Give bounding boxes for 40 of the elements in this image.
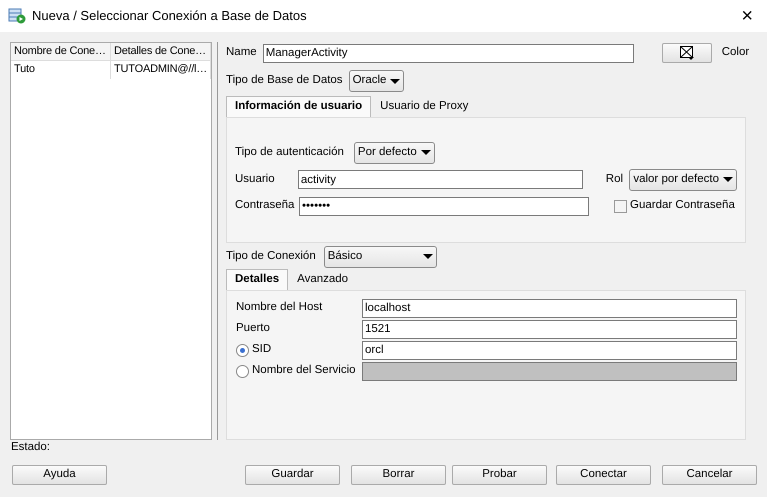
field-label: Nombre del Host <box>236 301 322 315</box>
field-label: SID <box>252 343 272 357</box>
dialog-button[interactable]: Cancelar <box>662 465 757 485</box>
database-type-dropdown[interactable]: Oracle <box>348 70 404 92</box>
input-field[interactable]: 1521 <box>362 320 737 339</box>
close-button[interactable]: × <box>735 6 759 26</box>
field-label: Rol <box>606 172 624 187</box>
user-field[interactable]: activity <box>298 170 583 190</box>
connection-type-dropdown[interactable]: Básico <box>324 246 437 268</box>
tab[interactable]: Avanzado <box>288 268 358 290</box>
tab[interactable]: Usuario de Proxy <box>371 96 478 117</box>
table-cell[interactable]: Tuto <box>11 61 111 79</box>
column-header[interactable]: Detalles de Cone… <box>111 43 211 60</box>
table-cell[interactable]: TUTOADMIN@//l… <box>111 61 211 79</box>
dialog-button[interactable]: Borrar <box>351 465 446 485</box>
window-title: Nueva / Seleccionar Conexión a Base de Datos <box>32 8 308 24</box>
tab[interactable]: Información de usuario <box>226 96 372 117</box>
tab[interactable]: Detalles <box>226 268 288 290</box>
authentication-dropdown[interactable]: Por defecto <box>354 142 435 164</box>
help-button[interactable]: Ayuda <box>12 465 107 485</box>
field-label: Nombre del Servicio <box>252 364 356 378</box>
field-label: Color <box>722 46 750 60</box>
checkbox-label: Guardar Contraseña <box>630 199 735 214</box>
field-label: Puerto <box>236 322 270 336</box>
status-label: Estado: <box>11 441 50 453</box>
password-field[interactable]: ••••••• <box>299 196 589 216</box>
dialog-button[interactable]: Probar <box>452 465 547 485</box>
name-field[interactable]: ManagerActivity <box>262 44 634 62</box>
dialog-button[interactable]: Conectar <box>556 465 651 485</box>
field-label: Tipo de Conexión <box>226 250 316 264</box>
field-label: Tipo de Base de Datos <box>226 74 343 88</box>
field-label: Contraseña <box>235 199 296 214</box>
input-field[interactable]: orcl <box>362 340 737 360</box>
input-field[interactable]: localhost <box>362 298 737 318</box>
field-label: Tipo de autenticación <box>235 146 344 160</box>
dialog-button[interactable]: Guardar <box>245 465 340 485</box>
field-label: Name <box>226 46 257 60</box>
role-dropdown[interactable]: valor por defecto <box>629 168 737 191</box>
field-label: Usuario <box>235 172 276 187</box>
column-header[interactable]: Nombre de Cone… <box>11 43 111 60</box>
